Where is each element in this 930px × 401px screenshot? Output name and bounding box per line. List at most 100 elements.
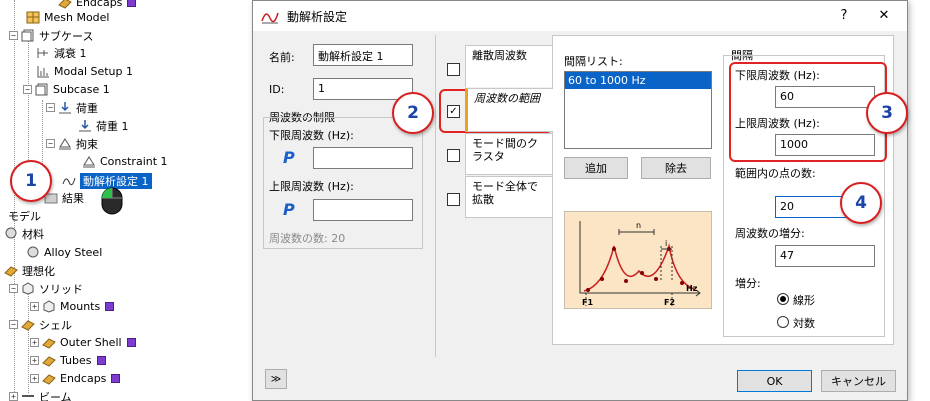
tree-item-idealization[interactable]: 理想化 bbox=[4, 262, 55, 279]
collapse-icon[interactable]: − bbox=[9, 320, 18, 329]
remove-button[interactable]: 除去 bbox=[641, 157, 711, 179]
tree-item-load-1[interactable]: 荷重 1 bbox=[78, 117, 129, 134]
tree-item-label: ビーム bbox=[39, 390, 72, 401]
ok-button[interactable]: OK bbox=[737, 370, 812, 392]
tree-item-model[interactable]: モデル bbox=[8, 207, 41, 224]
shell-icon bbox=[21, 318, 35, 331]
collapse-icon[interactable]: − bbox=[46, 103, 55, 112]
callout-3: 3 bbox=[866, 92, 908, 134]
callout-1: 1 bbox=[10, 160, 52, 202]
tree-item-label: Mesh Model bbox=[44, 11, 110, 24]
vertical-separator bbox=[435, 35, 436, 357]
diagram-hz-label: Hz bbox=[686, 284, 698, 293]
add-button[interactable]: 追加 bbox=[564, 157, 628, 179]
upper-frequency-field[interactable] bbox=[313, 199, 413, 221]
tree-item-subcase-1[interactable]: − Subcase 1 bbox=[23, 81, 110, 98]
close-button[interactable]: ✕ bbox=[873, 6, 895, 26]
shell-icon bbox=[58, 0, 72, 9]
color-swatch bbox=[127, 0, 137, 7]
idealization-icon bbox=[4, 264, 18, 277]
frequency-increment-field[interactable]: 47 bbox=[775, 245, 875, 267]
tree-item-shell[interactable]: − シェル bbox=[9, 316, 72, 333]
tree-item-mounts[interactable]: + Mounts bbox=[30, 298, 115, 315]
tree-item-label: シェル bbox=[39, 318, 72, 332]
tree-item-constraint-1[interactable]: Constraint 1 bbox=[82, 153, 168, 170]
tree-item-damping[interactable]: 減衰 1 bbox=[36, 44, 87, 61]
tree-item-mesh-model[interactable]: Mesh Model bbox=[26, 9, 109, 26]
linear-radio[interactable] bbox=[777, 293, 789, 305]
tab-frequency-range[interactable]: 周波数の範囲 bbox=[465, 88, 553, 132]
frequency-count-label: 周波数の数: 20 bbox=[269, 232, 346, 245]
expand-icon[interactable]: + bbox=[30, 374, 39, 383]
solid-icon bbox=[21, 282, 35, 295]
expand-icon[interactable]: + bbox=[30, 356, 39, 365]
tree-item-label: 理想化 bbox=[22, 264, 55, 278]
spread-across-modes-checkbox[interactable] bbox=[447, 193, 460, 206]
shell-icon bbox=[42, 354, 56, 367]
help-button[interactable]: ? bbox=[833, 6, 855, 26]
tree-item-tubes[interactable]: + Tubes bbox=[30, 352, 106, 369]
tab-spread-across-modes[interactable]: モード全体で拡散 bbox=[465, 176, 553, 218]
interval-list-label: 間隔リスト: bbox=[564, 55, 623, 68]
beam-icon bbox=[21, 390, 35, 401]
log-radio-label: 対数 bbox=[793, 317, 815, 330]
subcase-icon bbox=[35, 83, 49, 96]
material-icon bbox=[4, 227, 18, 240]
collapse-icon[interactable]: − bbox=[9, 31, 18, 40]
constraint-icon bbox=[58, 137, 72, 150]
tree-item-beam[interactable]: + ビーム bbox=[9, 388, 72, 401]
tree-item-label: モデル bbox=[8, 209, 41, 223]
tree-item-label: Subcase 1 bbox=[53, 83, 110, 96]
callout-2: 2 bbox=[392, 92, 434, 134]
tree-item-constraints[interactable]: − 拘束 bbox=[46, 135, 98, 152]
tree-item-modal-setup[interactable]: Modal Setup 1 bbox=[36, 63, 133, 80]
cancel-button[interactable]: キャンセル bbox=[821, 370, 896, 392]
p-parameter-icon[interactable]: P bbox=[283, 148, 295, 167]
tree-item-label: ソリッド bbox=[39, 282, 83, 296]
modal-cluster-checkbox[interactable] bbox=[447, 149, 460, 162]
tree-item-label: Tubes bbox=[60, 354, 92, 367]
tab-discrete-frequency[interactable]: 離散周波数 bbox=[465, 45, 553, 87]
tree-item-results[interactable]: 結果 bbox=[44, 189, 84, 206]
collapse-icon[interactable]: − bbox=[9, 284, 18, 293]
expand-icon[interactable]: + bbox=[9, 392, 18, 401]
diagram-f2-label: F2 bbox=[664, 298, 675, 307]
interval-list-item[interactable]: 60 to 1000 Hz bbox=[565, 72, 711, 89]
name-label: 名前: bbox=[269, 51, 295, 64]
tree-item-label: 結果 bbox=[62, 191, 84, 205]
discrete-frequency-checkbox[interactable] bbox=[447, 63, 460, 76]
tree-item-endcaps[interactable]: + Endcaps bbox=[30, 370, 121, 387]
collapse-icon[interactable]: − bbox=[23, 85, 32, 94]
tree-item-label: Outer Shell bbox=[60, 336, 122, 349]
tree-item-label: Alloy Steel bbox=[44, 246, 103, 259]
tree-item-subcases[interactable]: − サブケース bbox=[9, 27, 93, 44]
dynamic-settings-icon bbox=[261, 12, 279, 24]
collapse-icon[interactable]: − bbox=[46, 139, 55, 148]
interval-list[interactable]: 60 to 1000 Hz bbox=[564, 71, 712, 149]
name-field[interactable]: 動解析設定 1 bbox=[313, 44, 413, 66]
dialog-title: 動解析設定 bbox=[287, 9, 348, 24]
tree-item-outer-shell[interactable]: + Outer Shell bbox=[30, 334, 136, 351]
dialog-titlebar[interactable]: 動解析設定 ? ✕ bbox=[253, 1, 907, 31]
p-parameter-icon[interactable]: P bbox=[283, 200, 295, 219]
tree-item-solid[interactable]: − ソリッド bbox=[9, 280, 83, 297]
lower-frequency-field[interactable] bbox=[313, 147, 413, 169]
tree-item-label: 減衰 1 bbox=[54, 46, 87, 60]
load-icon bbox=[58, 101, 72, 114]
tree-item-label: 材料 bbox=[22, 227, 44, 241]
tree-item-loads[interactable]: − 荷重 bbox=[46, 99, 98, 116]
tree-item-label: Modal Setup 1 bbox=[54, 65, 134, 78]
expand-button[interactable]: ≫ bbox=[265, 369, 287, 389]
tree-item-materials[interactable]: 材料 bbox=[4, 225, 44, 242]
constraint-icon bbox=[82, 155, 96, 168]
expand-icon[interactable]: + bbox=[30, 338, 39, 347]
shell-icon bbox=[42, 336, 56, 349]
expand-icon[interactable]: + bbox=[30, 302, 39, 311]
tree-item-label: 荷重 bbox=[76, 101, 98, 115]
tree-item-alloy-steel[interactable]: Alloy Steel bbox=[26, 244, 102, 261]
mesh-icon bbox=[26, 11, 40, 24]
tab-modal-cluster[interactable]: モード間のクラスタ bbox=[465, 133, 553, 175]
color-swatch bbox=[111, 374, 121, 383]
log-radio[interactable] bbox=[777, 316, 789, 328]
tree-item-label: Constraint 1 bbox=[100, 155, 168, 168]
